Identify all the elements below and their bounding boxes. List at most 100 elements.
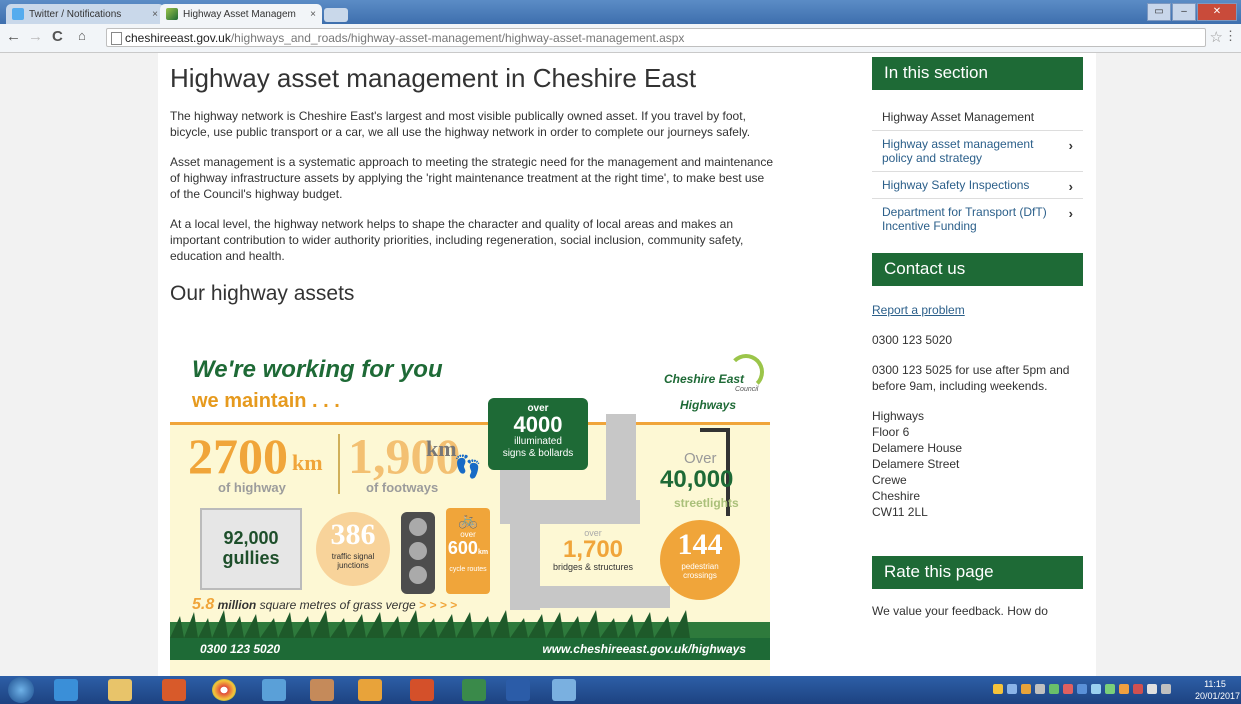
gullies-value: 92,000 xyxy=(223,528,279,548)
home-icon[interactable]: ⌂ xyxy=(78,28,86,43)
cycle-label: cycle routes xyxy=(449,566,487,573)
cheshire-favicon-icon xyxy=(166,8,178,20)
contact-phone: 0300 123 5020 xyxy=(872,333,953,347)
streetlights-over: Over xyxy=(684,450,717,467)
tray-icon[interactable] xyxy=(1021,684,1031,694)
tray-icon[interactable] xyxy=(1119,684,1129,694)
address-line: Cheshire xyxy=(872,489,921,503)
clock-time: 11:15 xyxy=(1204,679,1226,689)
highway-assets-infographic: We're working for you we maintain . . . … xyxy=(170,350,770,676)
crossings-circle: 144 pedestrian crossings xyxy=(660,520,740,600)
internet-explorer-icon[interactable] xyxy=(54,679,78,701)
cycle-value: 600 xyxy=(447,538,478,558)
gullies-label: gullies xyxy=(222,548,280,568)
infographic-footer: 0300 123 5020 www.cheshireeast.gov.uk/hi… xyxy=(170,638,770,660)
chevron-right-icon: › xyxy=(1068,138,1073,153)
signals-label-1: traffic signal xyxy=(331,552,375,561)
gullies-card: 92,000 gullies xyxy=(200,508,302,590)
sidebar-item-dft-funding[interactable]: Department for Transport (DfT) Incentive… xyxy=(872,199,1083,239)
bridges-label: bridges & structures xyxy=(552,562,634,572)
photos-icon[interactable] xyxy=(262,679,286,701)
road-graphic xyxy=(510,586,670,608)
close-icon[interactable]: × xyxy=(310,9,316,20)
close-window-icon[interactable]: ✕ xyxy=(1197,3,1237,21)
streetlights-value: 40,000 xyxy=(660,466,734,493)
new-tab-button[interactable] xyxy=(324,8,348,22)
rate-page-text: We value your feedback. How do xyxy=(872,604,1048,618)
footway-km-label: of footways xyxy=(366,480,439,495)
app-icon[interactable] xyxy=(310,679,334,701)
tray-icon[interactable] xyxy=(1035,684,1045,694)
logo-highways: Highways xyxy=(680,398,737,412)
menu-icon[interactable]: ⋮ xyxy=(1224,28,1237,44)
volume-icon[interactable] xyxy=(1161,684,1171,694)
word-icon[interactable] xyxy=(506,679,530,701)
media-player-icon[interactable] xyxy=(162,679,186,701)
tray-icon[interactable] xyxy=(1049,684,1059,694)
contact-us-heading: Contact us xyxy=(872,253,1083,286)
intro-paragraph-3: At a local level, the highway network he… xyxy=(170,217,744,263)
signs-bollards-card: over 4000 illuminated signs & bollards xyxy=(488,398,588,470)
chrome-icon[interactable] xyxy=(212,679,236,701)
address-bar-row: ← → C ⌂ cheshireeast.gov.uk/highways_and… xyxy=(0,24,1241,53)
tray-icon[interactable] xyxy=(1077,684,1087,694)
outlook-icon[interactable] xyxy=(358,679,382,701)
signs-value: 4000 xyxy=(513,412,563,437)
crossings-label-1: pedestrian xyxy=(681,562,719,571)
window-icon[interactable] xyxy=(552,679,576,701)
powerpoint-icon[interactable] xyxy=(410,679,434,701)
rate-page-heading: Rate this page xyxy=(872,556,1083,589)
cycle-unit: km xyxy=(477,549,489,556)
address-line: Highways xyxy=(872,409,925,423)
minimize-icon[interactable]: – xyxy=(1172,3,1196,21)
sidebar-item-safety-inspections[interactable]: Highway Safety Inspections › xyxy=(872,172,1083,199)
sidebar-item-policy-strategy[interactable]: Highway asset management policy and stra… xyxy=(872,131,1083,172)
road-graphic xyxy=(606,414,636,524)
network-icon[interactable] xyxy=(1147,684,1157,694)
signals-circle: 386 traffic signal junctions xyxy=(316,512,390,586)
tray-icon[interactable] xyxy=(1133,684,1143,694)
page-icon xyxy=(111,32,122,45)
signals-value: 386 xyxy=(330,518,376,551)
forward-icon[interactable]: → xyxy=(28,28,43,45)
bridges-value: 1,700 xyxy=(562,536,624,563)
bluetooth-icon[interactable] xyxy=(1091,684,1101,694)
reload-icon[interactable]: C xyxy=(52,28,63,45)
close-icon[interactable]: × xyxy=(152,9,158,20)
clock[interactable]: 11:15 20/01/2017 xyxy=(1195,678,1241,702)
url-input[interactable]: cheshireeast.gov.uk/highways_and_roads/h… xyxy=(106,28,1206,47)
bridges-card: over 1,700 bridges & structures xyxy=(548,528,638,580)
restore-icon[interactable]: ▭ xyxy=(1147,3,1171,21)
back-icon[interactable]: ← xyxy=(6,28,21,45)
window-controls: ▭ – ✕ xyxy=(1147,3,1237,21)
tray-icon[interactable] xyxy=(1063,684,1073,694)
tab-twitter[interactable]: Twitter / Notifications × xyxy=(6,4,164,24)
crossings-label-2: crossings xyxy=(683,571,717,580)
file-explorer-icon[interactable] xyxy=(108,679,132,701)
excel-icon[interactable] xyxy=(462,679,486,701)
signs-label-2: signs & bollards xyxy=(502,448,574,459)
intro-paragraph-1: The highway network is Cheshire East's l… xyxy=(170,109,751,139)
tab-title: Twitter / Notifications xyxy=(29,8,122,20)
tab-highway[interactable]: Highway Asset Managem × xyxy=(160,4,322,24)
contact-address: Highways Floor 6 Delamere House Delamere… xyxy=(872,408,1083,520)
footer-phone: 0300 123 5020 xyxy=(200,642,281,656)
tray-icon[interactable] xyxy=(1105,684,1115,694)
address-line: CW11 2LL xyxy=(872,505,928,519)
address-line: Delamere Street xyxy=(872,457,960,471)
system-tray xyxy=(993,684,1171,694)
logo-council-word: Council xyxy=(735,386,759,393)
clock-date: 20/01/2017 xyxy=(1195,691,1241,701)
footprints-icon: 👣 xyxy=(454,454,482,479)
chevron-right-icon: › xyxy=(1068,206,1073,221)
start-button[interactable] xyxy=(8,677,34,703)
cycle-routes-card: 🚲 over 600km cycle routes xyxy=(446,508,490,594)
tray-icon[interactable] xyxy=(993,684,1003,694)
highway-km-label: of highway xyxy=(218,480,286,495)
sidebar-item-highway-asset-management[interactable]: Highway Asset Management xyxy=(872,104,1083,131)
address-line: Crewe xyxy=(872,473,907,487)
report-problem-link[interactable]: Report a problem xyxy=(872,303,965,317)
bookmark-star-icon[interactable]: ☆ xyxy=(1210,28,1223,46)
intro-paragraph-2: Asset management is a systematic approac… xyxy=(170,155,774,201)
tray-icon[interactable] xyxy=(1007,684,1017,694)
